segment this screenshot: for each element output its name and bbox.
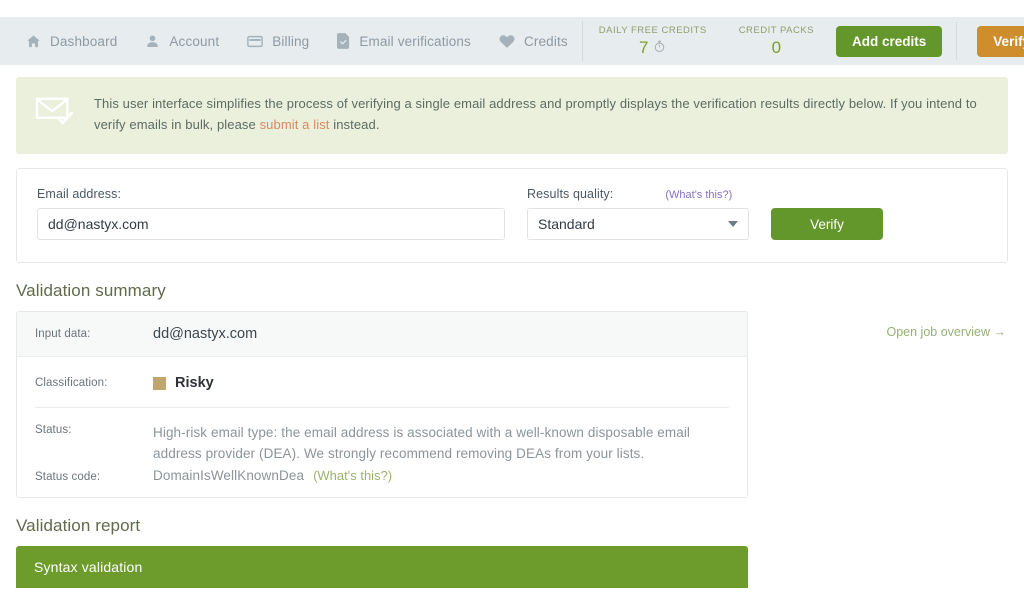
results-quality-group: Results quality: (What's this?) Standard [527, 187, 749, 240]
credit-packs: CREDIT PACKS 0 [723, 17, 830, 65]
user-icon [145, 34, 160, 49]
top-navigation-bar: Dashboard Account Billing Email verifica… [0, 17, 1024, 65]
heart-icon [499, 34, 515, 49]
add-credits-button[interactable]: Add credits [836, 25, 943, 57]
document-check-icon [337, 33, 350, 49]
summary-status-code-row: Status code: DomainIsWellKnownDea (What'… [35, 464, 729, 483]
envelope-check-icon [34, 95, 76, 136]
nav-item-account[interactable]: Account [131, 17, 233, 65]
summary-status-code-key: Status code: [35, 471, 101, 483]
daily-free-credits-value-wrap: 7 [639, 38, 666, 58]
summary-classification-row: Classification: Risky [35, 361, 729, 408]
nav-item-dashboard[interactable]: Dashboard [12, 17, 131, 65]
summary-classification-value: Risky [175, 375, 214, 391]
credit-packs-label: CREDIT PACKS [738, 24, 815, 36]
primary-nav: Dashboard Account Billing Email verifica… [0, 17, 582, 65]
summary-classification-key: Classification: [35, 377, 108, 389]
validation-summary-title: Validation summary [16, 281, 166, 300]
syntax-validation-section-header[interactable]: Syntax validation [16, 546, 748, 588]
chevron-down-icon [728, 221, 738, 227]
nav-label-email-verifications: Email verifications [359, 33, 471, 49]
verify-button[interactable]: Verify [771, 208, 883, 240]
status-code-help-link[interactable]: (What's this?) [313, 468, 392, 483]
summary-input-row: Input data: dd@nastyx.com [17, 312, 747, 357]
home-icon [26, 34, 41, 49]
account-credits-area: DAILY FREE CREDITS 7 CREDIT PACKS 0 Add … [583, 17, 1024, 65]
nav-item-billing[interactable]: Billing [233, 17, 323, 65]
stopwatch-icon [653, 38, 666, 58]
classification-color-swatch [153, 376, 166, 390]
results-quality-selected-value: Standard [538, 216, 595, 232]
submit-a-list-link[interactable]: submit a list [260, 117, 330, 132]
nav-label-account: Account [169, 33, 220, 49]
nav-label-dashboard: Dashboard [50, 33, 118, 49]
verify-emails-label: Verify emails [993, 33, 1024, 49]
nav-label-billing: Billing [272, 33, 310, 49]
email-input[interactable] [37, 208, 505, 240]
daily-free-credits: DAILY FREE CREDITS 7 [583, 17, 723, 65]
summary-status-key: Status: [35, 424, 72, 436]
results-quality-select[interactable]: Standard [527, 208, 749, 240]
results-quality-label: Results quality: [527, 187, 614, 201]
summary-input-key: Input data: [35, 328, 91, 340]
results-quality-label-row: Results quality: (What's this?) [527, 187, 749, 208]
email-field-group: Email address: [37, 187, 505, 240]
email-field-label: Email address: [37, 187, 122, 201]
results-quality-help-link[interactable]: (What's this?) [665, 189, 732, 201]
topbar-wrapper: Dashboard Account Billing Email verifica… [0, 0, 1024, 65]
nav-item-email-verifications[interactable]: Email verifications [323, 17, 485, 65]
nav-divider-right [956, 22, 958, 60]
nav-item-credits[interactable]: Credits [485, 17, 582, 65]
validation-summary-row: Input data: dd@nastyx.com Classification… [16, 311, 1008, 498]
summary-status-value: High-risk email type: the email address … [153, 425, 691, 461]
summary-body: Classification: Risky Status: High-risk … [17, 357, 747, 497]
daily-free-credits-value: 7 [639, 37, 649, 57]
validation-report-title: Validation report [16, 516, 141, 535]
info-banner-text: This user interface simplifies the proce… [94, 93, 988, 135]
credit-card-icon [247, 34, 264, 49]
banner-text-before: This user interface simplifies the proce… [94, 96, 977, 132]
job-overview-link-wrap: Open job overview → [748, 311, 1008, 339]
open-job-overview-link[interactable]: Open job overview → [886, 325, 1006, 339]
summary-input-value: dd@nastyx.com [153, 326, 258, 342]
summary-status-row: Status: High-risk email type: the email … [35, 408, 729, 464]
verification-form: Email address: Results quality: (What's … [16, 168, 1008, 263]
status-badge: Risky [153, 375, 214, 391]
validation-summary-card: Input data: dd@nastyx.com Classification… [16, 311, 748, 498]
nav-label-credits: Credits [523, 33, 568, 49]
credit-packs-value: 0 [771, 37, 782, 57]
verify-emails-dropdown-button[interactable]: Verify emails [977, 25, 1024, 57]
page-content: This user interface simplifies the proce… [0, 65, 1024, 588]
summary-status-code-value: DomainIsWellKnownDea [153, 468, 305, 483]
info-banner: This user interface simplifies the proce… [16, 77, 1008, 154]
daily-free-credits-label: DAILY FREE CREDITS [598, 24, 707, 36]
banner-text-after: instead. [329, 117, 380, 132]
